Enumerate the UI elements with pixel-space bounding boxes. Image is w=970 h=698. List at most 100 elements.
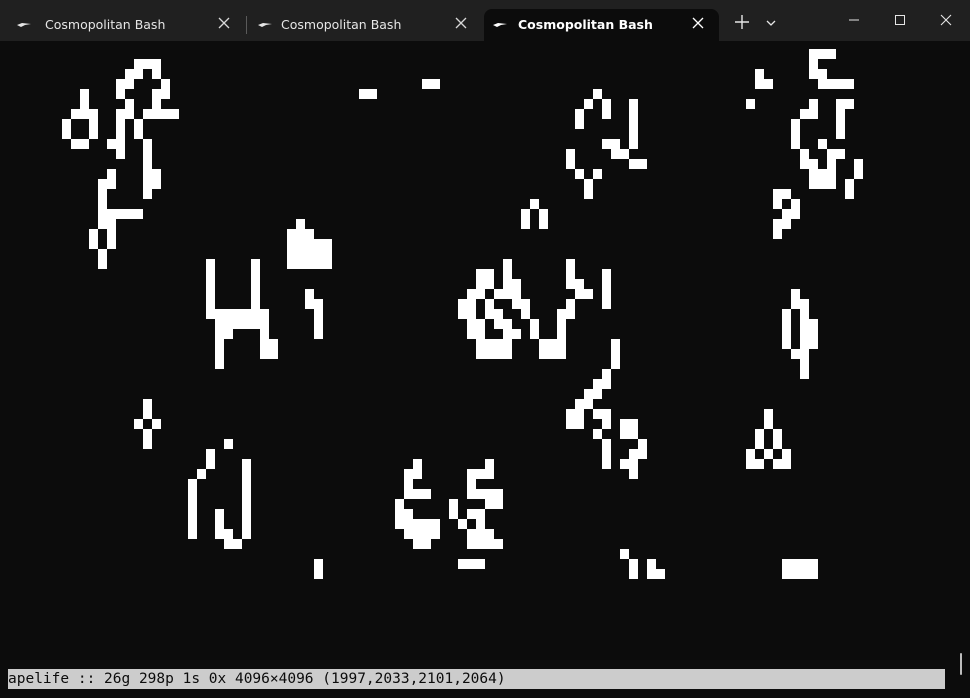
- life-cell: [629, 559, 638, 569]
- life-cell: [98, 259, 107, 269]
- life-cell: [107, 139, 125, 149]
- life-cell: [611, 339, 620, 349]
- life-cell: [467, 319, 485, 329]
- life-cell: [476, 269, 494, 279]
- life-cell: [602, 109, 611, 119]
- life-cell: [71, 109, 89, 119]
- life-cell: [602, 139, 620, 149]
- life-cell: [773, 429, 782, 439]
- life-cell: [395, 499, 404, 509]
- life-cell: [458, 309, 476, 319]
- life-cell: [818, 79, 854, 89]
- life-cell: [602, 459, 611, 469]
- life-cell: [512, 299, 530, 309]
- life-cell: [107, 169, 116, 179]
- life-cell: [611, 359, 620, 369]
- life-cell: [611, 349, 620, 359]
- life-cell: [602, 99, 611, 109]
- close-icon[interactable]: [454, 17, 468, 31]
- tab-label: Cosmopolitan Bash: [518, 17, 653, 32]
- life-cell: [125, 99, 134, 109]
- life-cell: [782, 339, 791, 349]
- life-cell: [260, 339, 278, 349]
- life-cell: [188, 509, 197, 519]
- life-cell: [539, 339, 566, 349]
- life-cell: [800, 309, 809, 319]
- close-icon[interactable]: [217, 17, 231, 31]
- life-cell: [404, 489, 431, 499]
- life-cell: [773, 219, 791, 229]
- scrollbar[interactable]: [945, 41, 970, 698]
- life-cell: [782, 209, 800, 219]
- life-cell: [845, 189, 854, 199]
- life-cell: [809, 69, 827, 79]
- life-cell: [359, 89, 377, 99]
- life-cell: [791, 129, 800, 139]
- life-cell: [629, 569, 638, 579]
- life-cell: [494, 289, 521, 299]
- life-cell: [62, 129, 71, 139]
- life-cell: [224, 539, 242, 549]
- life-cell: [296, 219, 305, 229]
- life-cell: [584, 189, 593, 199]
- life-cell: [809, 179, 836, 189]
- title-bar: Cosmopolitan Bash Cosmopolitan Bash Cosm…: [0, 0, 970, 41]
- life-cell: [242, 499, 251, 509]
- close-window-button[interactable]: [923, 0, 969, 41]
- life-cell: [143, 149, 152, 159]
- life-cell: [116, 109, 134, 119]
- life-cell: [602, 439, 611, 449]
- life-cell: [467, 469, 494, 479]
- life-cell: [161, 109, 179, 119]
- life-cell: [251, 279, 260, 289]
- life-cell: [305, 289, 314, 299]
- tab-cosmopolitan-bash-3[interactable]: Cosmopolitan Bash: [484, 9, 719, 41]
- life-cell: [791, 119, 800, 129]
- life-cell: [422, 79, 440, 89]
- new-tab-button[interactable]: [730, 14, 754, 36]
- life-cell: [530, 329, 539, 339]
- life-cell: [116, 129, 125, 139]
- life-cell: [485, 459, 494, 469]
- life-cell: [143, 179, 161, 189]
- life-cell: [602, 299, 611, 309]
- tab-cosmopolitan-bash-1[interactable]: Cosmopolitan Bash: [2, 9, 245, 41]
- life-cell: [134, 129, 143, 139]
- life-cell: [404, 469, 422, 479]
- life-grid: [62, 49, 863, 579]
- life-cell: [773, 459, 791, 469]
- life-cell: [206, 299, 215, 309]
- minimize-button[interactable]: [831, 0, 877, 41]
- life-cell: [782, 559, 818, 569]
- life-cell: [242, 489, 251, 499]
- life-cell: [800, 329, 818, 339]
- close-icon[interactable]: [691, 17, 705, 31]
- tab-dropdown-button[interactable]: [762, 14, 780, 36]
- life-cell: [773, 439, 782, 449]
- life-cell: [764, 409, 773, 419]
- life-cell: [602, 279, 611, 289]
- life-cell: [161, 79, 170, 89]
- life-cell: [215, 529, 233, 539]
- life-cell: [539, 219, 548, 229]
- tab-label: Cosmopolitan Bash: [45, 17, 166, 32]
- life-cell: [791, 289, 800, 299]
- scrollbar-thumb[interactable]: [960, 653, 962, 675]
- maximize-button[interactable]: [877, 0, 923, 41]
- life-cell: [287, 239, 332, 249]
- life-cell: [188, 529, 197, 539]
- terminal-area[interactable]: apelife :: 26g 298p 1s 0x 4096×4096 (199…: [0, 41, 970, 698]
- life-cell: [467, 529, 494, 539]
- life-cell: [593, 379, 611, 389]
- life-cell: [206, 279, 215, 289]
- life-cell: [782, 319, 791, 329]
- life-cell: [782, 309, 791, 319]
- life-cell: [746, 449, 755, 459]
- tab-cosmopolitan-bash-2[interactable]: Cosmopolitan Bash: [247, 9, 482, 41]
- life-cell: [98, 249, 107, 259]
- life-cell: [836, 129, 845, 139]
- life-cell: [764, 419, 773, 429]
- life-cell: [755, 69, 764, 79]
- life-cell: [206, 259, 215, 269]
- life-cell: [188, 499, 197, 509]
